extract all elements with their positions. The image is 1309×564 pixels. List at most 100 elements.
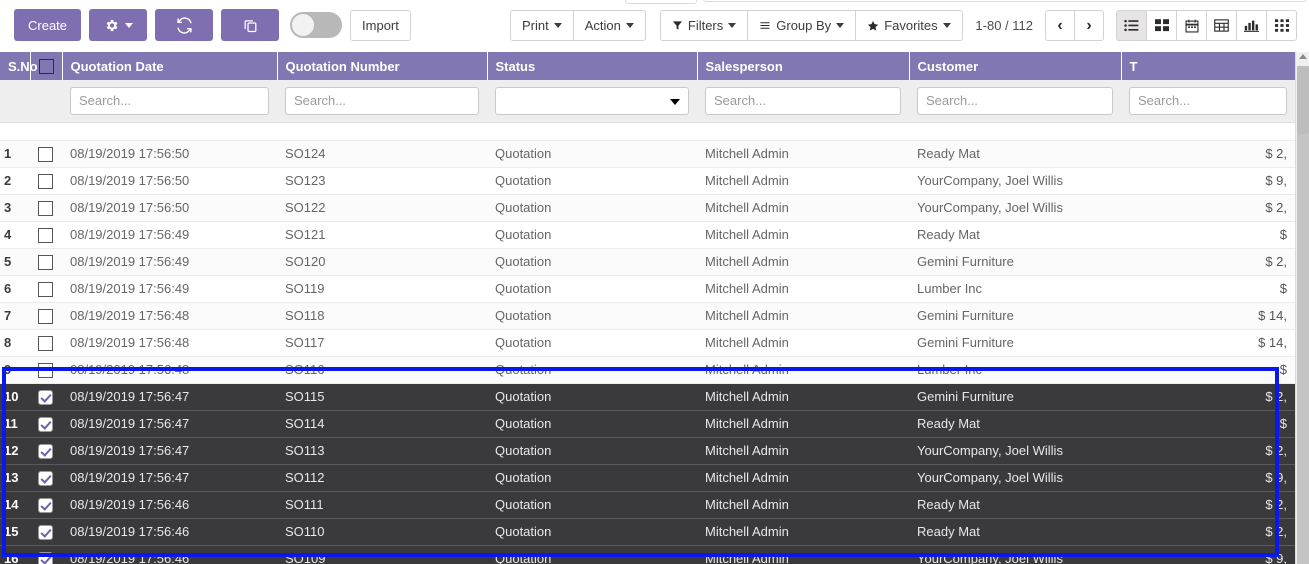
table-row[interactable]: 1408/19/2019 17:56:46SO111QuotationMitch… <box>0 491 1295 518</box>
cell-salesperson: Mitchell Admin <box>697 464 909 491</box>
row-checkbox[interactable] <box>38 471 53 486</box>
graph-view-button[interactable] <box>1236 10 1267 41</box>
row-checkbox-cell[interactable] <box>30 356 62 383</box>
cell-total: $ 2, <box>1121 518 1295 545</box>
activity-view-button[interactable] <box>1266 10 1297 41</box>
cell-status: Quotation <box>487 383 697 410</box>
row-checkbox-cell[interactable] <box>30 302 62 329</box>
table-row[interactable]: 1308/19/2019 17:56:47SO112QuotationMitch… <box>0 464 1295 491</box>
column-header-quotation-date[interactable]: Quotation Date <box>62 52 277 80</box>
status-filter-dropdown[interactable] <box>495 87 689 115</box>
table-row[interactable]: 908/19/2019 17:56:48SO116QuotationMitche… <box>0 356 1295 383</box>
calendar-view-button[interactable] <box>1176 10 1207 41</box>
row-checkbox[interactable] <box>38 309 53 324</box>
row-checkbox[interactable] <box>38 174 53 189</box>
row-checkbox-cell[interactable] <box>30 464 62 491</box>
row-checkbox-cell[interactable] <box>30 437 62 464</box>
row-checkbox[interactable] <box>38 255 53 270</box>
pivot-view-button[interactable] <box>1206 10 1237 41</box>
cell-status: Quotation <box>487 140 697 167</box>
table-row[interactable]: 1508/19/2019 17:56:46SO110QuotationMitch… <box>0 518 1295 545</box>
row-checkbox[interactable] <box>38 417 53 432</box>
filters-button[interactable]: Filters <box>660 10 748 41</box>
row-checkbox[interactable] <box>38 336 53 351</box>
column-header-sno[interactable]: S.No <box>0 52 30 80</box>
table-row[interactable]: 508/19/2019 17:56:49SO120QuotationMitche… <box>0 248 1295 275</box>
row-checkbox[interactable] <box>38 282 53 297</box>
row-checkbox-cell[interactable] <box>30 248 62 275</box>
list-view-button[interactable] <box>1116 10 1147 41</box>
row-checkbox[interactable] <box>38 147 53 162</box>
action-button[interactable]: Action <box>573 10 646 41</box>
row-checkbox-cell[interactable] <box>30 140 62 167</box>
table-row[interactable]: 108/19/2019 17:56:50SO124QuotationMitche… <box>0 140 1295 167</box>
row-checkbox[interactable] <box>38 363 53 378</box>
favorites-button[interactable]: Favorites <box>855 10 962 41</box>
column-header-total[interactable]: T <box>1121 52 1295 80</box>
list-view-container[interactable]: S.No Quotation Date Quotation Number Sta… <box>0 52 1309 564</box>
mode-toggle-switch[interactable] <box>290 12 342 38</box>
row-serial-number: 12 <box>0 437 30 464</box>
duplicate-button[interactable] <box>221 9 279 41</box>
row-checkbox[interactable] <box>38 201 53 216</box>
next-page-button[interactable]: › <box>1074 10 1104 41</box>
search-input-quotation-number[interactable] <box>285 87 479 115</box>
row-checkbox[interactable] <box>38 390 53 405</box>
scroll-up-arrow-icon[interactable] <box>1299 54 1307 59</box>
cell-customer: Lumber Inc <box>909 275 1121 302</box>
row-checkbox[interactable] <box>38 228 53 243</box>
search-input-customer[interactable] <box>917 87 1113 115</box>
search-input-salesperson[interactable] <box>705 87 901 115</box>
row-checkbox[interactable] <box>38 525 53 540</box>
cell-total: $ 2, <box>1121 491 1295 518</box>
groupby-button[interactable]: Group By <box>747 10 856 41</box>
scrollbar-thumb[interactable] <box>1297 66 1309 134</box>
row-serial-number: 6 <box>0 275 30 302</box>
row-checkbox-cell[interactable] <box>30 545 62 564</box>
clipped-panel-top-left <box>625 0 697 4</box>
row-checkbox[interactable] <box>38 498 53 513</box>
table-row[interactable]: 1108/19/2019 17:56:47SO114QuotationMitch… <box>0 410 1295 437</box>
settings-dropdown-button[interactable] <box>89 9 147 41</box>
row-checkbox-cell[interactable] <box>30 383 62 410</box>
select-all-checkbox[interactable] <box>39 59 54 74</box>
table-row[interactable]: 208/19/2019 17:56:50SO123QuotationMitche… <box>0 167 1295 194</box>
chevron-down-icon <box>626 23 634 28</box>
row-checkbox-cell[interactable] <box>30 194 62 221</box>
row-checkbox-cell[interactable] <box>30 275 62 302</box>
table-row[interactable]: 1208/19/2019 17:56:47SO113QuotationMitch… <box>0 437 1295 464</box>
previous-page-button[interactable]: ‹ <box>1045 10 1075 41</box>
vertical-scrollbar[interactable] <box>1295 52 1309 564</box>
column-header-salesperson[interactable]: Salesperson <box>697 52 909 80</box>
print-button[interactable]: Print <box>510 10 574 41</box>
table-row[interactable]: 1008/19/2019 17:56:47SO115QuotationMitch… <box>0 383 1295 410</box>
row-checkbox-cell[interactable] <box>30 167 62 194</box>
row-checkbox-cell[interactable] <box>30 410 62 437</box>
search-input-total[interactable] <box>1129 87 1287 115</box>
row-checkbox-cell[interactable] <box>30 518 62 545</box>
refresh-button[interactable] <box>155 9 213 41</box>
column-header-quotation-number[interactable]: Quotation Number <box>277 52 487 80</box>
row-serial-number: 7 <box>0 302 30 329</box>
scrollbar-track[interactable] <box>1297 134 1309 564</box>
create-button[interactable]: Create <box>14 9 81 41</box>
table-row[interactable]: 708/19/2019 17:56:48SO118QuotationMitche… <box>0 302 1295 329</box>
row-checkbox[interactable] <box>38 444 53 459</box>
column-header-status[interactable]: Status <box>487 52 697 80</box>
table-row[interactable]: 608/19/2019 17:56:49SO119QuotationMitche… <box>0 275 1295 302</box>
kanban-view-button[interactable] <box>1146 10 1177 41</box>
cell-customer: Ready Mat <box>909 491 1121 518</box>
row-checkbox-cell[interactable] <box>30 329 62 356</box>
search-input-quotation-date[interactable] <box>70 87 269 115</box>
table-row[interactable]: 808/19/2019 17:56:48SO117QuotationMitche… <box>0 329 1295 356</box>
row-checkbox-cell[interactable] <box>30 491 62 518</box>
cell-salesperson: Mitchell Admin <box>697 437 909 464</box>
column-header-customer[interactable]: Customer <box>909 52 1121 80</box>
table-row[interactable]: 408/19/2019 17:56:49SO121QuotationMitche… <box>0 221 1295 248</box>
cell-total: $ 9, <box>1121 167 1295 194</box>
table-row[interactable]: 308/19/2019 17:56:50SO122QuotationMitche… <box>0 194 1295 221</box>
import-button[interactable]: Import <box>350 10 411 41</box>
row-checkbox-cell[interactable] <box>30 221 62 248</box>
row-checkbox[interactable] <box>38 552 53 564</box>
table-row[interactable]: 1608/19/2019 17:56:46SO109QuotationMitch… <box>0 545 1295 564</box>
